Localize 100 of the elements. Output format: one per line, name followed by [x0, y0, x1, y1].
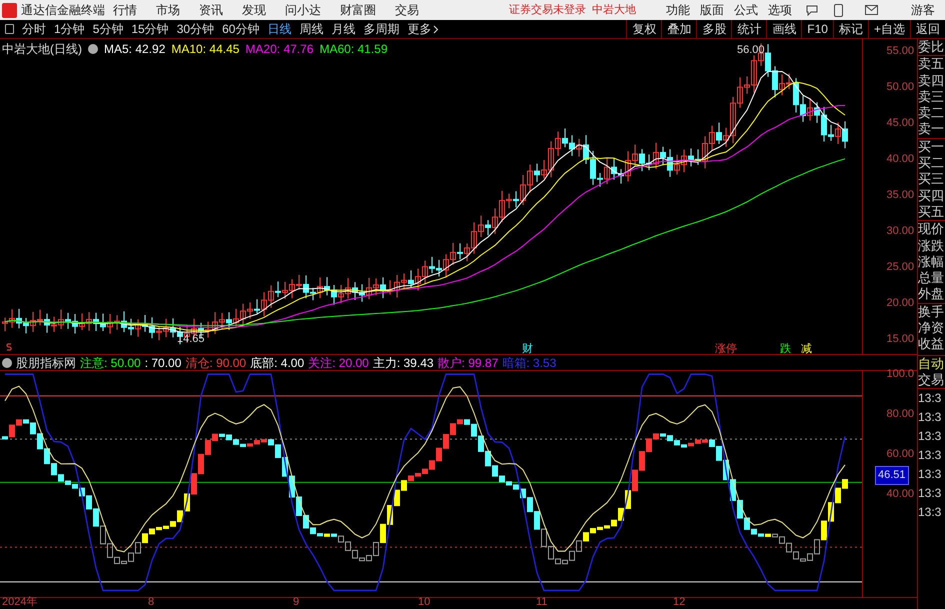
menu-item[interactable]: 问小达: [285, 1, 321, 19]
date-axis-label: 2024年: [2, 596, 38, 608]
period-tab[interactable]: 多周期: [363, 20, 400, 38]
toolbar-button[interactable]: 返回: [910, 20, 945, 38]
chevron-right-icon[interactable]: [433, 24, 440, 34]
menu-item[interactable]: 行情: [113, 1, 137, 19]
phone-icon[interactable]: [834, 4, 843, 16]
user-label[interactable]: 游客: [911, 1, 935, 19]
toolbar-button[interactable]: 画线: [766, 20, 802, 38]
price-axis-label: 15.00: [886, 332, 914, 347]
collapse-icon[interactable]: [2, 358, 12, 368]
ma-value: MA20: 47.76: [245, 41, 314, 58]
quote-field-label: 涨跌: [918, 238, 945, 254]
quote-field-label: 买五: [918, 204, 945, 222]
trade-time: 13:3: [918, 485, 942, 502]
panel-toggle-icon[interactable]: [5, 24, 14, 34]
toolbar-button[interactable]: 复权: [626, 20, 662, 38]
menu-item[interactable]: 交易: [395, 1, 419, 19]
price-axis-label: 25.00: [886, 260, 914, 275]
toolbar-button[interactable]: 统计: [731, 20, 766, 38]
quote-field-label: 委比: [918, 39, 945, 56]
quote-field-label: 外盘: [918, 286, 945, 304]
price-axis-label: 55.00: [886, 44, 914, 59]
more-link[interactable]: 更多: [407, 20, 432, 38]
menu-item[interactable]: 版面: [700, 1, 724, 19]
app-logo-icon: [2, 2, 17, 18]
indicator-value: 关注: 20.00: [308, 354, 369, 372]
chat-bubble-icon[interactable]: [806, 4, 818, 16]
menu-item[interactable]: 发现: [242, 1, 266, 19]
menu-item[interactable]: 资讯: [199, 1, 223, 19]
toolbar-button[interactable]: 叠加: [661, 20, 696, 38]
date-axis-label: 10: [418, 596, 430, 608]
indicator-value: 底部: 4.00: [250, 354, 304, 372]
toolbar-button[interactable]: 多股: [696, 20, 732, 38]
date-axis-label: 9: [293, 596, 300, 608]
trade-time: 13:3: [918, 466, 942, 484]
price-axis-label: 35.00: [886, 188, 914, 203]
marker-icon: [6, 343, 12, 351]
price-axis-label: 40.00: [886, 152, 914, 167]
trade-time: 13:3: [918, 447, 942, 464]
quote-field-label: 卖二: [918, 105, 945, 122]
quote-field-label: 买四: [918, 188, 945, 204]
auto-label[interactable]: 自动: [918, 354, 945, 372]
period-tab[interactable]: 30分钟: [176, 20, 214, 38]
price-axis-label: 45.00: [886, 116, 914, 131]
trade-time: 13:3: [918, 409, 942, 426]
quote-field-label: 换手: [918, 304, 945, 320]
price-axis-label: 50.00: [886, 80, 914, 95]
event-marker[interactable]: 跌: [780, 341, 791, 358]
envelope-icon[interactable]: [865, 5, 878, 15]
indicator-name[interactable]: 股朋指标网: [16, 354, 76, 372]
period-tab[interactable]: 分时: [22, 20, 46, 38]
quote-field-label: 买三: [918, 171, 945, 188]
app-title: 通达信金融终端: [21, 2, 105, 19]
current-value-badge: 46.51: [875, 466, 909, 484]
trade-time: 13:3: [918, 390, 942, 408]
period-tab[interactable]: 1分钟: [54, 20, 85, 38]
menu-item[interactable]: 公式: [734, 1, 758, 19]
quote-field-label: 卖三: [918, 88, 945, 106]
menu-item[interactable]: 财富圈: [340, 1, 376, 19]
menu-item[interactable]: 选项: [768, 1, 792, 19]
period-tab[interactable]: 日线: [267, 20, 292, 38]
event-marker[interactable]: 涨停: [715, 341, 737, 358]
indicator-value: 主力: 39.43: [372, 354, 434, 372]
toolbar-button[interactable]: +自选: [868, 20, 910, 38]
date-axis-label: 8: [148, 596, 154, 608]
indicator-value: 清仓: 90.00: [185, 354, 246, 372]
event-marker[interactable]: 减: [801, 341, 812, 358]
indicator-value: 散户: 99.87: [438, 354, 498, 372]
indicator-axis-label: 100.0: [886, 367, 914, 382]
quote-field-label: 涨幅: [918, 254, 945, 270]
toolbar-button[interactable]: F10: [801, 20, 833, 38]
toolbar-button[interactable]: 标记: [832, 20, 868, 38]
price-axis-label: 30.00: [886, 224, 914, 239]
ma-value: MA10: 44.45: [171, 41, 240, 58]
quote-field-label: 净资: [918, 320, 945, 336]
trade-label: 交易: [918, 372, 945, 390]
indicator-value: 暗箱: 3.53: [502, 354, 556, 372]
settings-icon[interactable]: [88, 44, 98, 54]
quote-field-label: 卖五: [918, 56, 945, 73]
period-tab[interactable]: 月线: [331, 20, 356, 38]
login-status[interactable]: 证券交易未登录: [509, 2, 586, 18]
menu-item[interactable]: 功能: [666, 1, 690, 19]
stock-name: 中岩大地: [592, 2, 636, 18]
quote-field-label: 卖一: [918, 121, 945, 139]
period-tab[interactable]: 5分钟: [92, 20, 124, 38]
period-tab[interactable]: 周线: [299, 20, 324, 38]
quote-field-label: 收益: [918, 336, 945, 353]
ma-value: MA5: 42.92: [104, 41, 166, 58]
quote-field-label: 卖四: [918, 72, 945, 89]
menu-item[interactable]: 市场: [156, 1, 180, 19]
quote-field-label: 现价: [918, 221, 945, 238]
indicator-axis-label: 60.00: [886, 447, 914, 462]
quote-field-label: 总量: [918, 270, 945, 286]
date-axis-label: 12: [673, 596, 686, 608]
chart-title: 中岩大地(日线): [2, 41, 82, 58]
period-tab[interactable]: 60分钟: [222, 20, 260, 38]
date-axis-label: 11: [536, 596, 548, 608]
period-tab[interactable]: 15分钟: [131, 20, 169, 38]
event-marker[interactable]: 财: [522, 341, 533, 358]
